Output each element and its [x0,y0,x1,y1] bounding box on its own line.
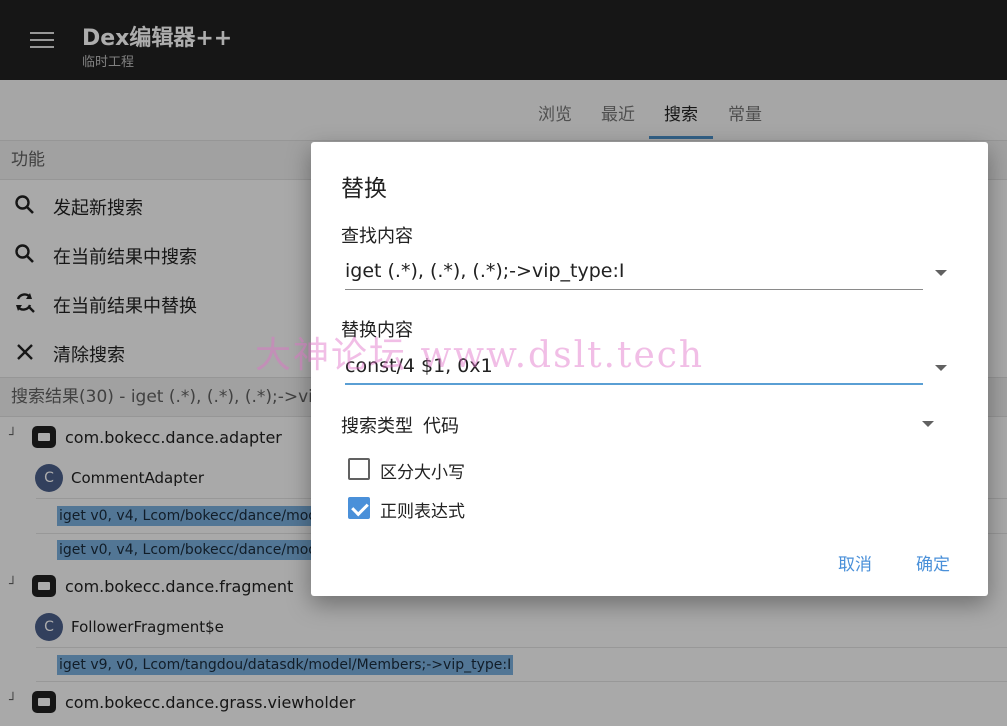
search-type-select[interactable]: 搜索类型 代码 [341,412,459,438]
case-sensitive-checkbox[interactable] [348,458,370,480]
find-label: 查找内容 [341,226,413,247]
search-type-label: 搜索类型 [341,416,413,437]
search-type-dropdown-icon[interactable] [922,421,934,427]
dialog-title: 替换 [341,176,387,202]
search-type-value: 代码 [423,416,459,437]
case-sensitive-label: 区分大小写 [380,463,465,483]
cancel-button[interactable]: 取消 [838,550,872,575]
replace-history-dropdown-icon[interactable] [935,365,947,371]
find-history-dropdown-icon[interactable] [935,270,947,276]
watermark-text: 大神论坛 www.dslt.tech [255,335,705,376]
regex-label: 正则表达式 [380,502,465,522]
find-input[interactable]: iget (.*), (.*), (.*);->vip_type:I [345,260,923,290]
regex-checkbox[interactable] [348,497,370,519]
confirm-button[interactable]: 确定 [916,550,950,575]
